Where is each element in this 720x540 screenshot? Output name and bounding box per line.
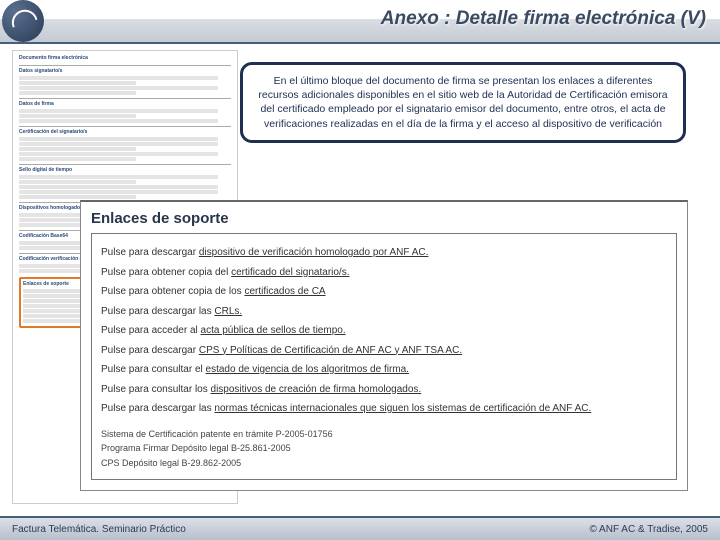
panel-footnote: Programa Firmar Depósito legal B-25.861-…: [101, 442, 667, 455]
page-title: Anexo : Detalle firma electrónica (V): [381, 8, 706, 30]
support-link-line: Pulse para obtener copia del certificado…: [101, 266, 667, 280]
link-prefix: Pulse para descargar: [101, 247, 199, 258]
support-link-line: Pulse para consultar los dispositivos de…: [101, 383, 667, 397]
callout-box: En el último bloque del documento de fir…: [240, 62, 686, 143]
link-prefix: Pulse para acceder al: [101, 325, 201, 336]
link-prefix: Pulse para descargar las: [101, 403, 214, 414]
link-prefix: Pulse para descargar: [101, 345, 199, 356]
link-prefix: Pulse para obtener copia del: [101, 267, 231, 278]
support-link-line: Pulse para consultar el estado de vigenc…: [101, 363, 667, 377]
support-link[interactable]: CPS y Políticas de Certificación de ANF …: [199, 345, 462, 356]
link-prefix: Pulse para consultar el: [101, 364, 206, 375]
support-link[interactable]: certificado del signatario/s.: [231, 267, 349, 278]
doc-thumb-section: Certificación del signatario/s: [19, 126, 231, 136]
doc-thumb-section: Datos de firma: [19, 98, 231, 108]
support-link[interactable]: dispositivos de creación de firma homolo…: [211, 384, 422, 395]
support-link[interactable]: acta pública de sellos de tiempo.: [201, 325, 346, 336]
footer: Factura Telemática. Seminario Práctico ©…: [0, 516, 720, 540]
link-prefix: Pulse para consultar los: [101, 384, 211, 395]
support-link-line: Pulse para descargar CPS y Políticas de …: [101, 344, 667, 358]
support-link[interactable]: dispositivo de verificación homologado p…: [199, 247, 429, 258]
link-prefix: Pulse para obtener copia de los: [101, 286, 244, 297]
enlarged-panel: Enlaces de soporte Pulse para descargar …: [80, 200, 688, 491]
panel-inner-box: Pulse para descargar dispositivo de veri…: [91, 233, 677, 480]
doc-thumb-section: Datos signatario/s: [19, 65, 231, 75]
doc-thumb-title: Documento firma electrónica: [19, 55, 231, 62]
link-prefix: Pulse para descargar las: [101, 306, 214, 317]
footer-left: Factura Telemática. Seminario Práctico: [12, 524, 186, 535]
support-link-line: Pulse para obtener copia de los certific…: [101, 285, 667, 299]
content-area: Documento firma electrónica Datos signat…: [0, 44, 720, 514]
support-link[interactable]: estado de vigencia de los algoritmos de …: [206, 364, 409, 375]
support-link-line: Pulse para descargar las normas técnicas…: [101, 402, 667, 416]
support-link[interactable]: normas técnicas internacionales que sigu…: [214, 403, 591, 414]
support-link-line: Pulse para acceder al acta pública de se…: [101, 324, 667, 338]
panel-footnote: Sistema de Certificación patente en trám…: [101, 428, 667, 441]
support-link[interactable]: CRLs.: [214, 306, 242, 317]
support-link[interactable]: certificados de CA: [244, 286, 325, 297]
panel-heading: Enlaces de soporte: [91, 210, 677, 227]
support-link-line: Pulse para descargar dispositivo de veri…: [101, 246, 667, 260]
callout-text: En el último bloque del documento de fir…: [258, 75, 667, 130]
panel-footnote: CPS Depósito legal B-29.862-2005: [101, 457, 667, 470]
header: Anexo : Detalle firma electrónica (V): [0, 0, 720, 44]
support-link-line: Pulse para descargar las CRLs.: [101, 305, 667, 319]
footer-right: © ANF AC & Tradise, 2005: [589, 524, 708, 535]
logo-icon: [2, 0, 44, 42]
doc-thumb-section: Sello digital de tiempo: [19, 164, 231, 174]
